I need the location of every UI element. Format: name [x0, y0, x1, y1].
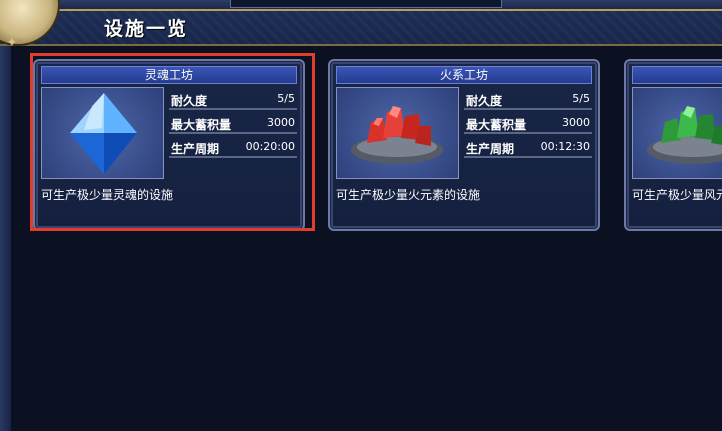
facility-card-fire-workshop[interactable]: 火系工坊 耐久度 5/5 最大蓄积量 3000 生产周期 00:12:30 可生… — [328, 59, 600, 231]
stat-value: 3000 — [562, 116, 590, 129]
green-crystal-icon — [632, 87, 722, 179]
page-title: 设施一览 — [104, 18, 189, 40]
facility-card-title — [632, 66, 722, 84]
facility-card-wind-workshop[interactable]: 可生产极少量风元 — [624, 59, 722, 231]
top-header: ✦ 设施一览 — [0, 0, 722, 50]
stat-label: 最大蓄积量 — [466, 118, 527, 132]
facility-description: 可生产极少量火元素的设施 — [336, 188, 481, 202]
stat-value: 00:12:30 — [540, 140, 590, 153]
stat-max-storage: 最大蓄积量 3000 — [464, 111, 592, 134]
facility-description: 可生产极少量风元 — [632, 188, 722, 202]
header-tab-stub — [230, 0, 502, 8]
selection-highlight — [30, 53, 315, 231]
red-crystal-icon — [336, 87, 459, 179]
stat-durability: 耐久度 5/5 — [464, 87, 592, 110]
facility-card-title: 火系工坊 — [336, 66, 592, 84]
facility-stats: 耐久度 5/5 最大蓄积量 3000 生产周期 00:12:30 — [464, 87, 592, 159]
stat-production-cycle: 生产周期 00:12:30 — [464, 135, 592, 158]
stat-label: 生产周期 — [466, 142, 515, 156]
stat-value: 5/5 — [572, 92, 590, 105]
stat-label: 耐久度 — [466, 94, 503, 108]
